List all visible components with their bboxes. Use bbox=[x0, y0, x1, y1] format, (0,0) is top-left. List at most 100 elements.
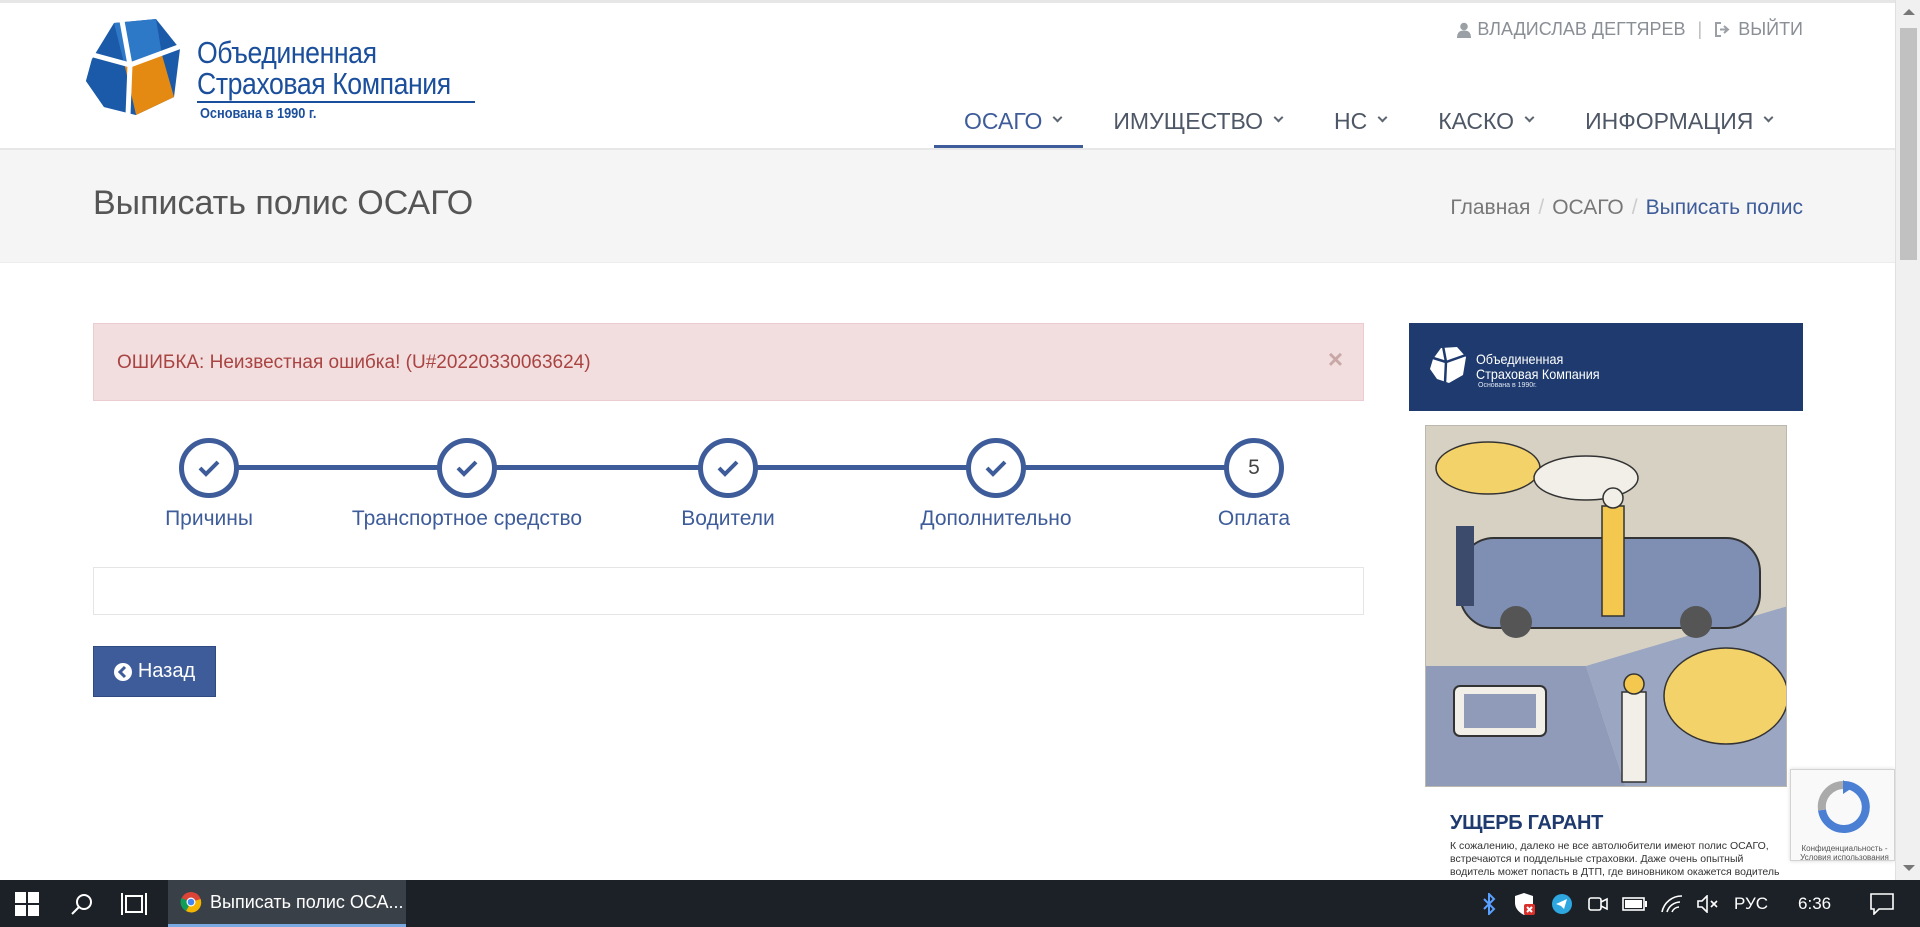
step-label: Водители bbox=[681, 507, 775, 530]
scroll-up-arrow-icon[interactable] bbox=[1903, 9, 1915, 15]
chevron-down-icon bbox=[1763, 112, 1774, 123]
scroll-down-arrow-icon[interactable] bbox=[1903, 865, 1915, 871]
chevron-down-icon bbox=[1524, 112, 1535, 123]
nav-label: ОСАГО bbox=[964, 108, 1043, 134]
battery-icon[interactable] bbox=[1616, 896, 1654, 911]
progress-stepper: Причины Транспортное средство Водители Д… bbox=[93, 430, 1364, 540]
nav-item-ns[interactable]: НС bbox=[1304, 90, 1408, 150]
clock[interactable]: 6:36 bbox=[1798, 894, 1831, 914]
back-button[interactable]: Назад bbox=[93, 646, 216, 697]
step-additional[interactable]: Дополнительно bbox=[846, 438, 1146, 531]
user-icon bbox=[1457, 22, 1472, 38]
error-alert: ОШИБКА: Неизвестная ошибка! (U#202203300… bbox=[93, 323, 1364, 401]
recaptcha-privacy-text[interactable]: Конфиденциальность - Условия использован… bbox=[1797, 844, 1892, 862]
ad-banner-line2: Страховая Компания bbox=[1476, 366, 1600, 382]
check-icon bbox=[198, 460, 220, 477]
breadcrumb-current: Выписать полис bbox=[1645, 196, 1803, 219]
check-icon bbox=[456, 460, 478, 477]
step-drivers[interactable]: Водители bbox=[578, 438, 878, 531]
user-bar-separator: | bbox=[1697, 19, 1703, 39]
task-view-icon bbox=[121, 892, 147, 915]
back-button-label: Назад bbox=[137, 660, 196, 682]
recaptcha-icon bbox=[1817, 780, 1870, 833]
logo-text-line2: Страховая Компания bbox=[197, 66, 451, 101]
volume-muted-icon[interactable] bbox=[1690, 894, 1726, 913]
comic-image bbox=[1426, 426, 1786, 786]
chevron-down-icon bbox=[1273, 112, 1284, 123]
page-scrollbar[interactable] bbox=[1895, 0, 1920, 880]
search-button[interactable] bbox=[58, 880, 106, 927]
error-alert-text: ОШИБКА: Неизвестная ошибка! (U#202203300… bbox=[117, 352, 591, 373]
chevron-down-icon bbox=[1052, 112, 1063, 123]
ad-title: УЩЕРБ ГАРАНТ bbox=[1450, 812, 1604, 834]
taskbar-app-chrome[interactable]: Выписать полис ОСА... bbox=[168, 880, 406, 927]
scroll-thumb[interactable] bbox=[1900, 28, 1917, 260]
browser-viewport: Объединенная Страховая Компания Основана… bbox=[0, 0, 1895, 880]
nav-label: ИНФОРМАЦИЯ bbox=[1585, 108, 1754, 134]
step-label: Оплата bbox=[1217, 507, 1291, 530]
nav-label: КАСКО bbox=[1438, 108, 1515, 134]
company-logo[interactable]: Объединенная Страховая Компания Основана… bbox=[84, 19, 484, 129]
task-view-button[interactable] bbox=[110, 880, 158, 927]
ad-banner-sub: Основана в 1990г. bbox=[1478, 382, 1537, 389]
step-circle bbox=[698, 438, 758, 498]
step-label: Дополнительно bbox=[920, 507, 1072, 530]
step-content-panel bbox=[93, 567, 1364, 615]
ad-banner[interactable]: Объединенная Страховая Компания Основана… bbox=[1409, 323, 1803, 411]
notifications-icon[interactable] bbox=[1867, 892, 1897, 915]
arrow-left-icon bbox=[113, 662, 132, 681]
system-tray: РУС 6:36 bbox=[1474, 880, 1897, 927]
breadcrumb-separator: / bbox=[1538, 196, 1545, 219]
bluetooth-icon[interactable] bbox=[1474, 892, 1504, 915]
check-icon bbox=[717, 460, 739, 477]
windows-logo-icon bbox=[15, 891, 39, 916]
close-icon[interactable]: × bbox=[1328, 344, 1343, 375]
site-header: Объединенная Страховая Компания Основана… bbox=[0, 3, 1895, 150]
nav-item-property[interactable]: ИМУЩЕСТВО bbox=[1083, 90, 1304, 150]
step-payment[interactable]: 5 Оплата bbox=[1104, 438, 1404, 531]
breadcrumb: Главная / ОСАГО / Выписать полис bbox=[1450, 196, 1803, 220]
security-shield-icon[interactable] bbox=[1504, 892, 1544, 916]
main-nav: ОСАГО ИМУЩЕСТВО НС КАСКО ИНФОРМАЦИЯ bbox=[934, 90, 1794, 150]
nav-item-osago[interactable]: ОСАГО bbox=[934, 90, 1084, 150]
language-indicator[interactable]: РУС bbox=[1734, 894, 1768, 914]
logo-underline bbox=[197, 101, 475, 103]
ad-logo-icon bbox=[1429, 345, 1467, 384]
user-name-link[interactable]: ВЛАДИСЛАВ ДЕГТЯРЕВ bbox=[1477, 19, 1685, 40]
step-circle: 5 bbox=[1224, 438, 1284, 498]
step-label: Транспортное средство bbox=[351, 507, 583, 530]
step-vehicle[interactable]: Транспортное средство bbox=[317, 438, 617, 531]
breadcrumb-home[interactable]: Главная bbox=[1450, 196, 1530, 220]
nav-label: НС bbox=[1333, 108, 1368, 134]
nav-label: ИМУЩЕСТВО bbox=[1113, 108, 1263, 134]
logout-link[interactable]: ВЫЙТИ bbox=[1738, 19, 1803, 40]
breadcrumb-osago[interactable]: ОСАГО bbox=[1552, 196, 1624, 220]
meet-now-icon[interactable] bbox=[1580, 895, 1616, 913]
windows-taskbar: Выписать полис ОСА... РУС 6:36 bbox=[0, 880, 1920, 927]
search-icon bbox=[71, 893, 92, 915]
logo-mark-icon bbox=[85, 19, 185, 116]
recaptcha-badge[interactable]: Конфиденциальность - Условия использован… bbox=[1790, 769, 1895, 862]
wifi-icon[interactable] bbox=[1654, 894, 1690, 914]
ad-banner-line1: Объединенная bbox=[1476, 351, 1564, 367]
taskbar-app-label: Выписать полис ОСА... bbox=[210, 891, 404, 912]
logo-subtitle: Основана в 1990 г. bbox=[200, 105, 317, 122]
start-button[interactable] bbox=[0, 880, 54, 927]
ad-comic-illustration[interactable] bbox=[1425, 425, 1787, 787]
ad-description: К сожалению, далеко не все автолюбители … bbox=[1450, 840, 1780, 878]
step-circle bbox=[179, 438, 239, 498]
step-circle bbox=[966, 438, 1026, 498]
step-circle bbox=[437, 438, 497, 498]
telegram-icon[interactable] bbox=[1544, 893, 1580, 915]
chevron-down-icon bbox=[1377, 112, 1388, 123]
logout-icon bbox=[1715, 22, 1730, 37]
check-icon bbox=[985, 460, 1007, 477]
step-reasons[interactable]: Причины bbox=[59, 438, 359, 531]
step-label: Причины bbox=[165, 507, 253, 530]
page-title: Выписать полис ОСАГО bbox=[93, 184, 474, 222]
page-title-band: Выписать полис ОСАГО Главная / ОСАГО / В… bbox=[0, 150, 1895, 263]
nav-item-info[interactable]: ИНФОРМАЦИЯ bbox=[1555, 90, 1794, 150]
nav-item-kasko[interactable]: КАСКО bbox=[1408, 90, 1555, 150]
user-bar: ВЛАДИСЛАВ ДЕГТЯРЕВ | ВЫЙТИ bbox=[1457, 19, 1803, 40]
chrome-icon bbox=[180, 892, 202, 913]
